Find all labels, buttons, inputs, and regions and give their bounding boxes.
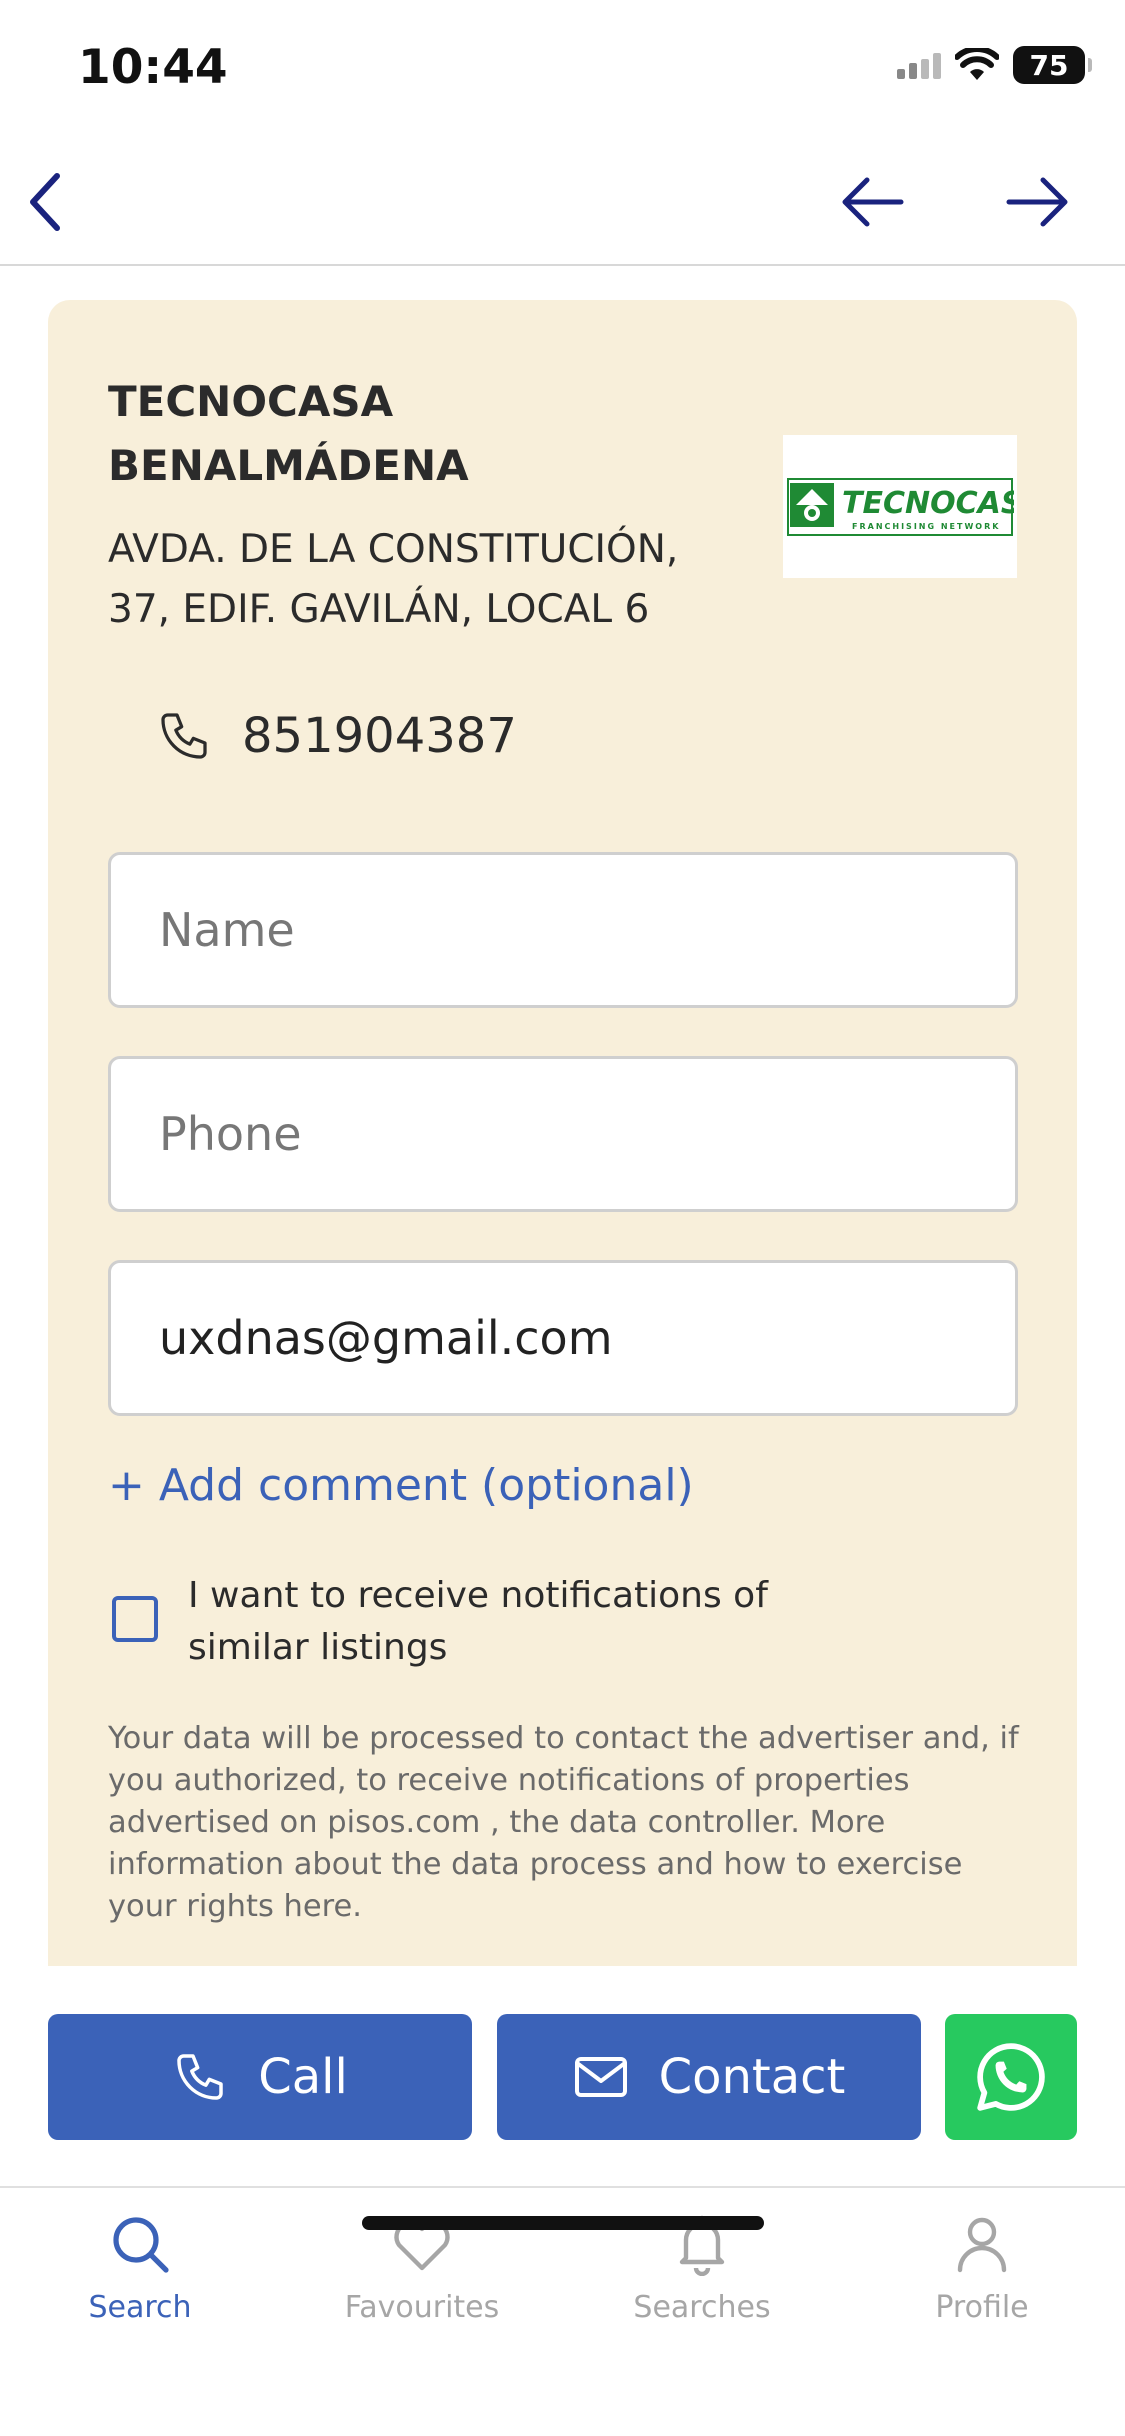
battery-icon: 75 [1013,46,1092,84]
agency-phone[interactable]: 851904387 [156,708,517,764]
call-label: Call [258,2049,348,2105]
tab-label: Profile [935,2290,1029,2325]
email-input[interactable] [108,1260,1018,1416]
mail-icon [574,2057,627,2097]
name-input[interactable] [108,852,1018,1008]
search-icon [113,2217,169,2273]
tab-label: Favourites [344,2290,500,2325]
agency-contact-card: TECNOCASA BENALMÁDENA AVDA. DE LA CONSTI… [48,300,1077,1966]
privacy-notice: Your data will be processed to contact t… [108,1721,1019,1924]
tecnocasa-logo: TECNOCASA FRANCHISING NETWORK [787,477,1014,536]
navigation-bar [0,140,1125,266]
wifi-icon [955,48,999,80]
previous-listing-button[interactable] [832,162,912,242]
phone-icon [177,2054,223,2100]
status-icons: 75 [897,46,1092,84]
tab-label: Search [88,2290,192,2325]
whatsapp-icon [977,2043,1045,2111]
arrow-left-icon [842,177,904,227]
call-button[interactable]: Call [48,2014,472,2140]
contact-button[interactable]: Contact [497,2014,921,2140]
agency-name: TECNOCASA BENALMÁDENA [108,377,469,490]
notifications-option[interactable]: I want to receive notifications of simil… [112,1570,872,1674]
user-icon [957,2217,1007,2273]
home-indicator [362,2216,764,2230]
add-comment-link[interactable]: + Add comment (optional) [108,1460,694,1511]
phone-input[interactable] [108,1056,1018,1212]
agency-logo: TECNOCASA FRANCHISING NETWORK [783,435,1017,578]
notifications-checkbox[interactable] [112,1596,158,1642]
status-time: 10:44 [78,40,228,95]
svg-text:TECNOCASA: TECNOCASA [842,486,1014,521]
arrow-right-icon [1006,177,1068,227]
tab-label: Searches [633,2290,771,2325]
cellular-signal-icon [897,51,941,79]
status-bar: 10:44 75 [0,0,1125,140]
tab-profile[interactable]: Profile [842,2212,1122,2325]
back-button[interactable] [5,162,85,242]
phone-number: 851904387 [242,708,517,764]
agency-address: AVDA. DE LA CONSTITUCIÓN, 37, EDIF. GAVI… [108,527,679,632]
contact-label: Contact [658,2049,846,2105]
chevron-left-icon [30,173,60,231]
tab-search[interactable]: Search [0,2212,280,2325]
whatsapp-button[interactable] [945,2014,1077,2140]
phone-icon [161,713,207,759]
notifications-label: I want to receive notifications of simil… [188,1575,768,1668]
next-listing-button[interactable] [998,162,1078,242]
svg-text:FRANCHISING NETWORK: FRANCHISING NETWORK [852,522,1000,531]
